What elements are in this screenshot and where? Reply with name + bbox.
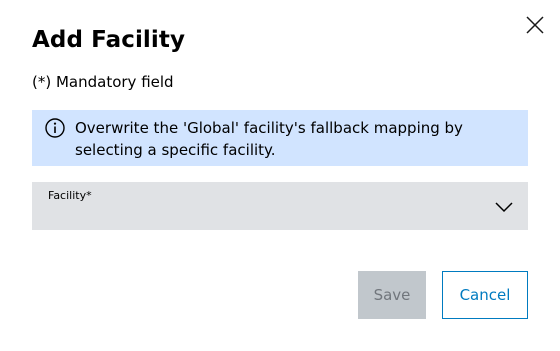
cancel-button[interactable]: Cancel	[442, 271, 528, 319]
info-message: Overwrite the 'Global' facility's fallba…	[75, 119, 463, 159]
chevron-down-icon	[495, 202, 513, 213]
info-notice: Overwrite the 'Global' facility's fallba…	[32, 110, 528, 166]
dialog-title: Add Facility	[32, 27, 186, 53]
info-icon	[45, 118, 65, 138]
close-button[interactable]	[523, 13, 547, 37]
facility-select-label: Facility*	[48, 189, 92, 202]
close-icon	[526, 16, 544, 34]
mandatory-field-note: (*) Mandatory field	[32, 73, 174, 91]
add-facility-dialog: Add Facility (*) Mandatory field Overwri…	[0, 0, 560, 351]
save-button[interactable]: Save	[358, 271, 426, 319]
facility-select[interactable]: Facility*	[32, 182, 528, 230]
